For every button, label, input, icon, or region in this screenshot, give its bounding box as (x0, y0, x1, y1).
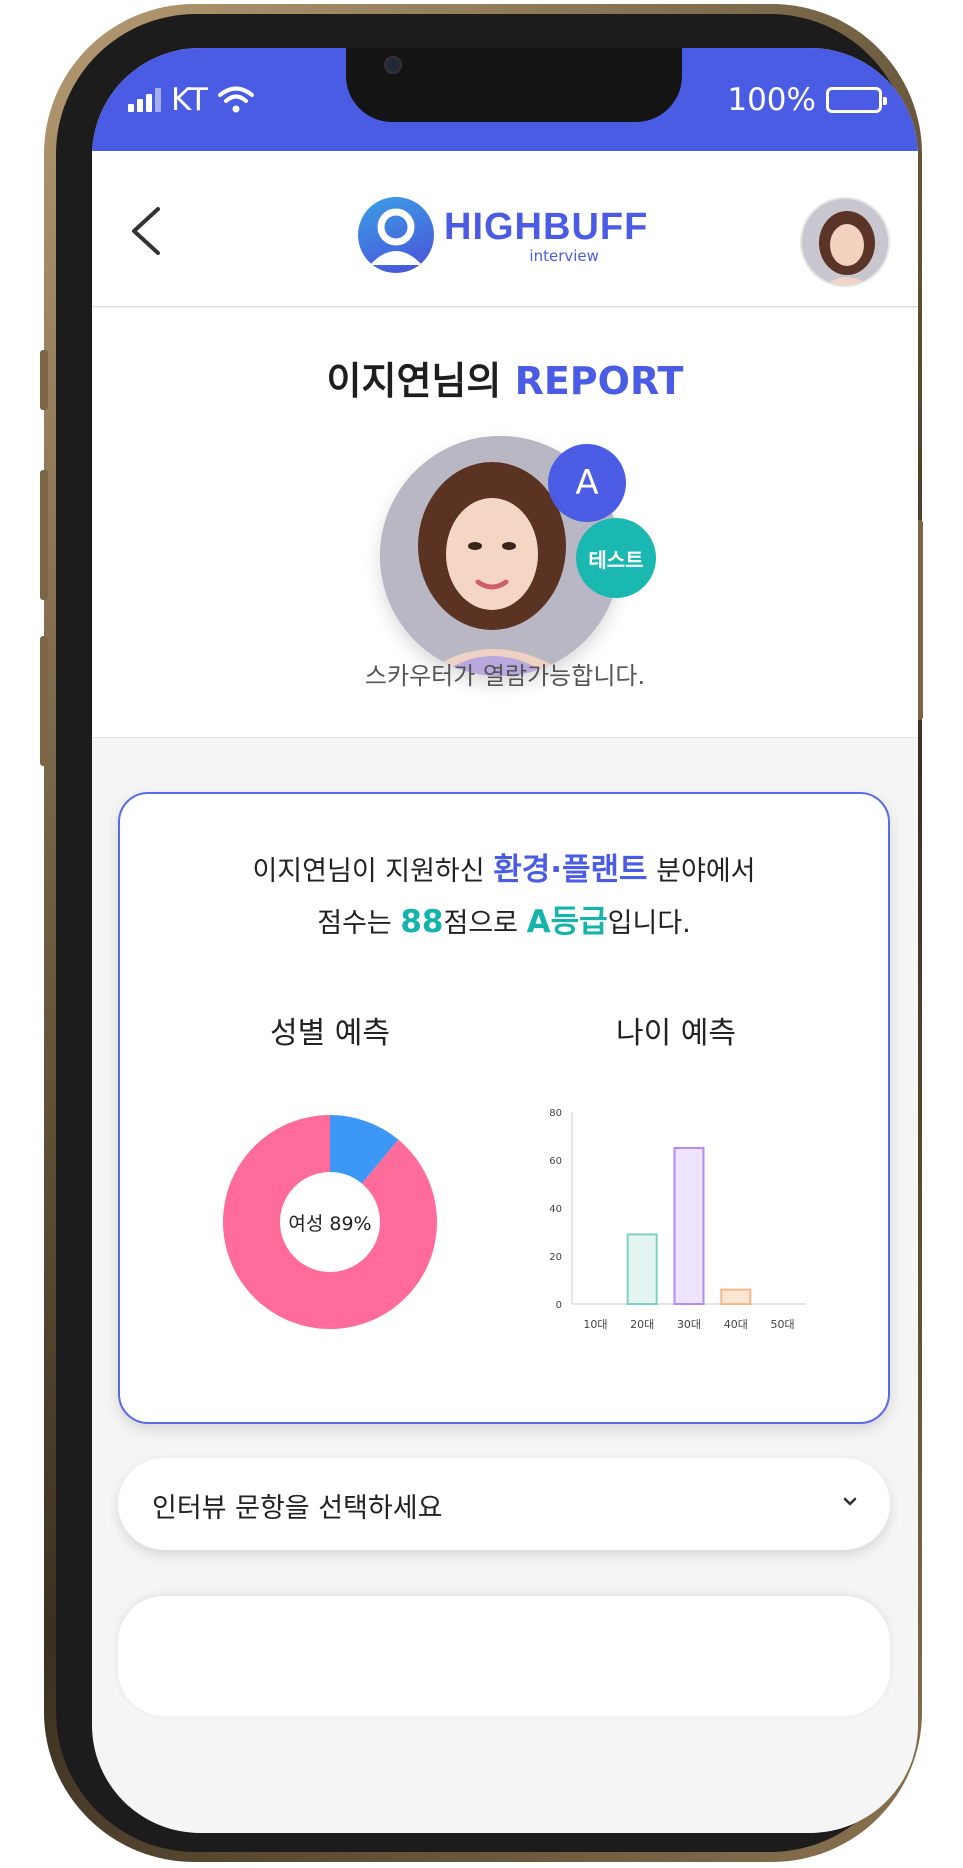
result-line-2-mid: 점으로 (443, 908, 527, 939)
y-tick-label: 40 (549, 1204, 562, 1215)
gender-chart-title: 성별 예측 (270, 1016, 390, 1051)
score-value: 88 (400, 904, 444, 940)
front-camera (384, 56, 402, 74)
volume-up-button (40, 470, 48, 600)
y-tick-label: 0 (556, 1300, 562, 1311)
age-chart-title: 나이 예측 (616, 1016, 736, 1051)
interview-question-select[interactable]: 인터뷰 문항을 선택하세요 (118, 1458, 890, 1550)
y-tick-label: 60 (549, 1156, 562, 1167)
result-line-1-post: 분야에서 (647, 856, 756, 887)
x-tick-label: 30대 (677, 1318, 701, 1331)
volume-down-button (40, 636, 48, 766)
grade-badge: A (548, 444, 626, 522)
report-name: 이지연님의 (326, 359, 515, 403)
app-header: HIGHBUFF interview (92, 151, 918, 307)
gender-donut-chart: 여성 89% (220, 1112, 440, 1332)
mute-switch (40, 350, 48, 410)
x-tick-label: 50대 (771, 1318, 795, 1331)
y-tick-label: 20 (549, 1252, 562, 1263)
result-card: 이지연님이 지원하신 환경·플랜트 분야에서 점수는 88점으로 A등급입니다.… (118, 792, 890, 1424)
grade-text: A등급 (526, 904, 608, 940)
x-tick-label: 10대 (583, 1318, 607, 1331)
report-title: 이지연님의 REPORT (92, 350, 918, 405)
bar-30대 (673, 1147, 705, 1305)
x-tick-label: 40대 (724, 1318, 748, 1331)
app-logo[interactable]: HIGHBUFF interview (358, 197, 648, 273)
carrier-label: KT (171, 82, 208, 118)
next-card (118, 1596, 890, 1716)
x-tick-label: 20대 (630, 1318, 654, 1331)
bar-20대 (626, 1233, 658, 1305)
chevron-down-icon (843, 1497, 857, 1506)
logo-person-icon (358, 197, 434, 273)
battery-percent: 100% (727, 82, 816, 118)
logo-name: HIGHBUFF (444, 205, 649, 248)
result-line-1: 이지연님이 지원하신 환경·플랜트 분야에서 (120, 844, 888, 889)
result-line-2-pre: 점수는 (317, 908, 401, 939)
bar-40대 (720, 1288, 752, 1306)
donut-center-label: 여성 89% (288, 1213, 371, 1235)
logo-subtitle: interview (529, 246, 599, 265)
back-arrow-icon[interactable] (122, 201, 174, 261)
wifi-icon (217, 86, 254, 113)
test-badge: 테스트 (576, 518, 656, 598)
result-line-2-post: 입니다. (607, 908, 691, 939)
phone-screen: KT 100% HIGHBUFF interview 이지연님의 REPORT … (92, 48, 918, 1833)
y-tick-label: 80 (549, 1108, 562, 1119)
select-label: 인터뷰 문항을 선택하세요 (152, 1493, 443, 1524)
profile-section: 이지연님의 REPORT A 테스트 스카우터가 열람가능합니다. (92, 308, 918, 738)
age-bar-chart: 0 20 40 60 80 10대 20대 30대 40대 50대 (536, 1100, 816, 1340)
scout-message: 스카우터가 열람가능합니다. (364, 662, 646, 690)
signal-icon (128, 88, 161, 112)
battery-icon (826, 87, 887, 113)
camera-notch (346, 48, 682, 122)
result-line-2: 점수는 88점으로 A등급입니다. (120, 896, 888, 941)
result-line-1-pre: 이지연님이 지원하신 (252, 856, 494, 887)
applied-field: 환경·플랜트 (493, 852, 648, 888)
user-avatar[interactable] (800, 197, 890, 287)
report-word: REPORT (514, 359, 684, 403)
